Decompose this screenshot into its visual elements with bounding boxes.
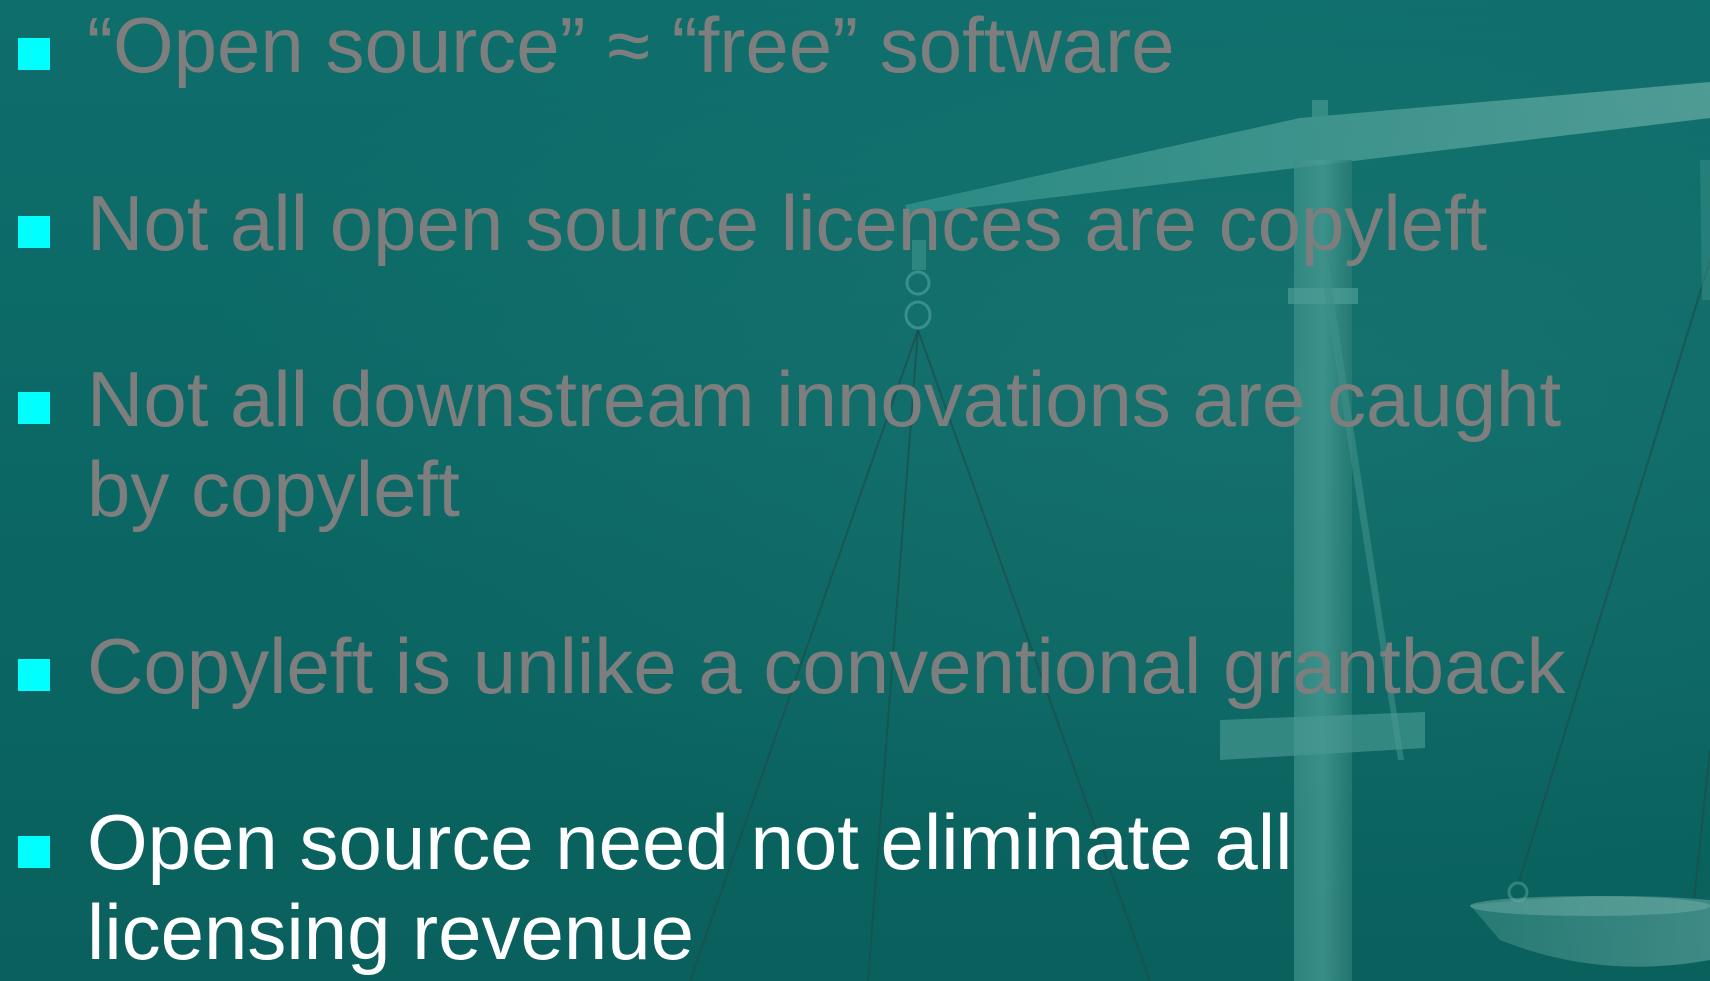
bullet-text-2: Not all open source licences are copylef… — [87, 178, 1710, 268]
bullet-square-icon — [18, 38, 50, 70]
bullet-text-3-line-1: Not all downstream innovations are caugh… — [87, 355, 1562, 443]
slide: “Open source” ≈ “free” software Not all … — [0, 0, 1710, 981]
bullet-text-4-line-1: Copyleft is unlike a conventional grantb… — [87, 622, 1566, 710]
bullet-text-4: Copyleft is unlike a conventional grantb… — [87, 621, 1710, 711]
bullet-text-1: “Open source” ≈ “free” software — [87, 0, 1710, 90]
bullet-text-1-line-1: “Open source” ≈ “free” software — [87, 1, 1175, 89]
bullet-text-3: Not all downstream innovations are caugh… — [87, 354, 1710, 534]
bullet-square-icon — [18, 392, 50, 424]
bullet-text-5: Open source need not eliminate all licen… — [87, 797, 1710, 977]
bullet-square-icon — [18, 836, 50, 868]
bullet-text-5-line-1: Open source need not eliminate all — [87, 798, 1293, 886]
bullet-square-icon — [18, 216, 50, 248]
bullet-text-3-line-2: by copyleft — [87, 445, 460, 533]
bullet-text-2-line-1: Not all open source licences are copylef… — [87, 179, 1488, 267]
bullet-square-icon — [18, 659, 50, 691]
bullet-text-5-line-2: licensing revenue — [87, 888, 695, 976]
